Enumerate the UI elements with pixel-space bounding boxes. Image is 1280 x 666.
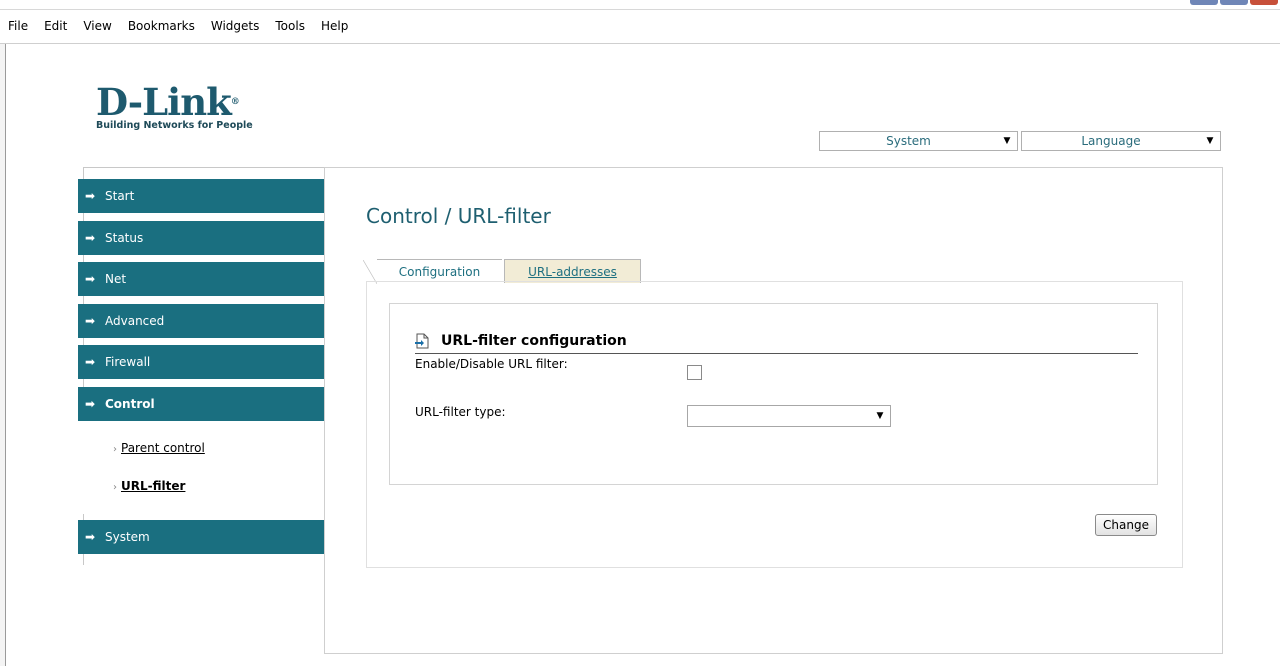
window-top-border — [0, 9, 1280, 10]
arrow-right-icon: ➡ — [85, 231, 96, 245]
menu-edit[interactable]: Edit — [44, 19, 67, 33]
page-title: Control / URL-filter — [366, 204, 551, 228]
nav-item-start[interactable]: ➡ Start — [78, 179, 324, 213]
chevron-down-icon: ▼ — [1003, 136, 1011, 146]
tab-panel: URL-filter configuration Enable/Disable … — [366, 281, 1183, 568]
config-section: URL-filter configuration — [389, 303, 1158, 485]
dlink-logo: D-Link® Building Networks for People — [96, 80, 253, 132]
arrow-right-icon: ➡ — [85, 272, 96, 286]
nav-item-label: System — [105, 530, 150, 544]
filter-type-select[interactable]: ▼ — [687, 405, 891, 427]
tab-configuration[interactable]: Configuration — [363, 259, 502, 284]
arrow-right-icon: ➡ — [85, 397, 96, 411]
language-select[interactable]: Language ▼ — [1021, 131, 1221, 151]
chevron-down-icon: ▼ — [1206, 136, 1214, 146]
system-menu-select[interactable]: System ▼ — [819, 131, 1018, 151]
menu-widgets[interactable]: Widgets — [211, 19, 260, 33]
arrow-right-icon: ➡ — [85, 314, 96, 328]
nav-item-label: Firewall — [105, 355, 151, 369]
logo-tagline: Building Networks for People — [96, 120, 253, 131]
document-arrow-icon — [415, 333, 429, 349]
section-header: URL-filter configuration — [415, 328, 1138, 354]
menu-bookmarks[interactable]: Bookmarks — [128, 19, 195, 33]
chevron-down-icon: ▼ — [876, 411, 884, 421]
tab-label: URL-addresses — [528, 264, 617, 279]
minimize-icon[interactable] — [1190, 0, 1218, 5]
menu-items: File Edit View Bookmarks Widgets Tools H… — [0, 19, 356, 33]
subnav-item-parent-control[interactable]: › Parent control — [113, 441, 205, 455]
tab-label: Configuration — [398, 264, 481, 279]
nav-item-advanced[interactable]: ➡ Advanced — [78, 304, 324, 338]
arrow-right-icon: ➡ — [85, 355, 96, 369]
bullet-icon: › — [113, 482, 117, 493]
menu-file[interactable]: File — [8, 19, 28, 33]
close-icon[interactable] — [1250, 0, 1278, 5]
nav-item-label: Status — [105, 231, 144, 245]
control-submenu: › Parent control › URL-filter — [83, 421, 324, 514]
change-button[interactable]: Change — [1095, 514, 1157, 536]
arrow-right-icon: ➡ — [85, 189, 96, 203]
nav-item-firewall[interactable]: ➡ Firewall — [78, 345, 324, 379]
nav-item-status[interactable]: ➡ Status — [78, 221, 324, 255]
nav-item-label: Start — [105, 189, 135, 203]
language-select-label: Language — [1081, 134, 1141, 148]
subnav-item-url-filter[interactable]: › URL-filter — [113, 479, 185, 493]
bullet-icon: › — [113, 444, 117, 455]
nav-item-label: Control — [105, 397, 155, 411]
window-left-edge — [0, 44, 6, 666]
window-controls — [1190, 0, 1280, 5]
nav-item-label: Net — [105, 272, 127, 286]
nav-item-net[interactable]: ➡ Net — [78, 262, 324, 296]
subnav-label: Parent control — [121, 441, 205, 455]
menu-view[interactable]: View — [83, 19, 111, 33]
logo-brand: D-Link® — [96, 80, 240, 124]
enable-filter-checkbox[interactable] — [687, 365, 702, 380]
nav-item-control[interactable]: ➡ Control — [78, 387, 324, 421]
main-content: Control / URL-filter Configuration URL-a… — [324, 167, 1223, 654]
nav-item-label: Advanced — [105, 314, 165, 328]
system-select-label: System — [886, 134, 931, 148]
menu-help[interactable]: Help — [321, 19, 348, 33]
maximize-icon[interactable] — [1220, 0, 1248, 5]
enable-filter-label: Enable/Disable URL filter: — [415, 357, 568, 371]
subnav-label: URL-filter — [121, 479, 186, 493]
tab-url-addresses[interactable]: URL-addresses — [504, 259, 641, 283]
nav-item-system[interactable]: ➡ System — [78, 520, 324, 554]
arrow-right-icon: ➡ — [85, 530, 96, 544]
menu-tools[interactable]: Tools — [275, 19, 305, 33]
filter-type-label: URL-filter type: — [415, 405, 506, 419]
browser-menubar: File Edit View Bookmarks Widgets Tools H… — [0, 0, 1280, 44]
section-title: URL-filter configuration — [441, 332, 627, 349]
